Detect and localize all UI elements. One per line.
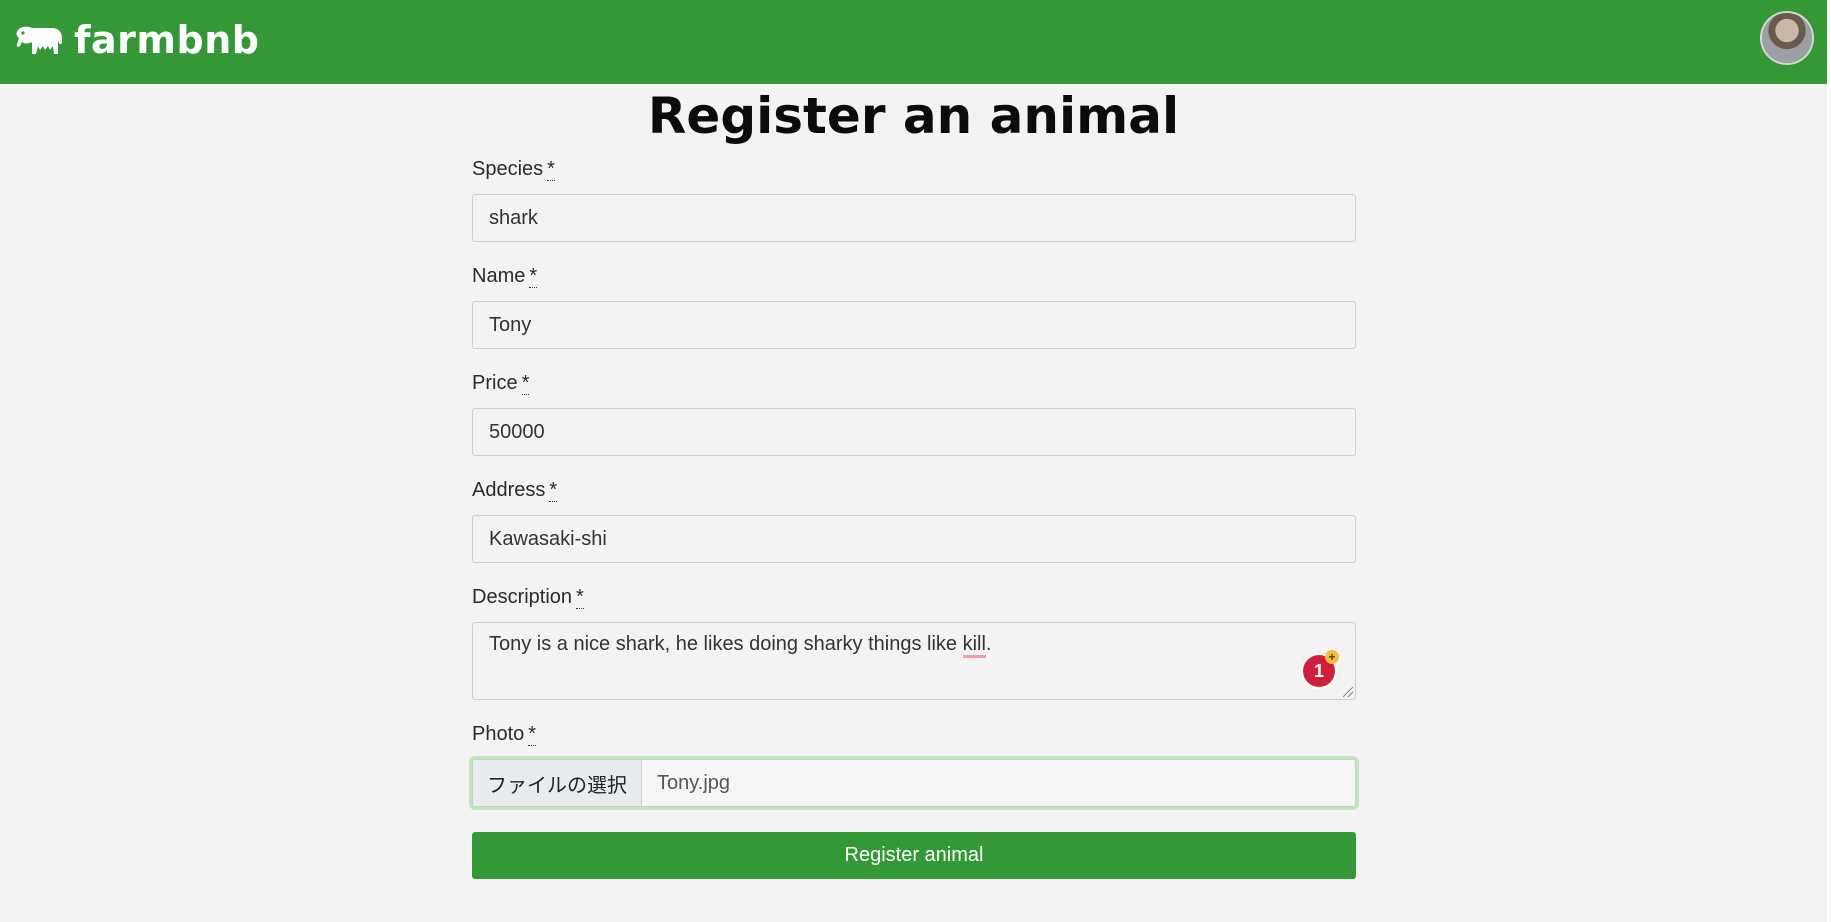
window-edge — [1827, 0, 1831, 922]
brand-link[interactable]: farmbnb — [14, 16, 259, 64]
name-label-text: Name — [472, 265, 526, 287]
description-label: Description * — [472, 584, 1356, 610]
required-marker: * — [529, 265, 538, 288]
species-label: Species * — [472, 156, 1356, 182]
misspelled-word[interactable]: kill — [962, 633, 986, 658]
price-value: 50000 — [489, 420, 545, 443]
address-label-text: Address — [472, 479, 546, 501]
photo-file-input[interactable]: ファイルの選択 Tony.jpg — [472, 759, 1356, 807]
grammar-check-badge[interactable]: 1 + — [1303, 650, 1339, 687]
species-label-text: Species — [472, 158, 544, 180]
grammar-count: 1 — [1313, 660, 1324, 681]
description-label-text: Description — [472, 586, 573, 608]
price-label-text: Price — [472, 372, 518, 394]
required-marker: * — [549, 479, 558, 502]
species-field: Species * shark — [472, 156, 1356, 242]
page-title: Register an animal — [647, 87, 1180, 145]
address-field: Address * Kawasaki-shi — [472, 477, 1356, 563]
navbar: farmbnb — [0, 0, 1827, 84]
address-value: Kawasaki-shi — [489, 527, 607, 550]
name-label: Name * — [472, 263, 1356, 289]
cow-icon — [16, 26, 62, 54]
required-marker: * — [576, 586, 584, 609]
photo-field: Photo * ファイルの選択 Tony.jpg — [472, 721, 1356, 807]
address-input[interactable]: Kawasaki-shi — [472, 515, 1356, 563]
address-label: Address * — [472, 477, 1356, 503]
required-marker: * — [521, 372, 530, 395]
register-animal-button[interactable]: Register animal — [472, 832, 1356, 879]
species-value: shark — [489, 206, 538, 229]
resize-handle-icon[interactable] — [1343, 687, 1353, 697]
description-text-end: . — [985, 633, 992, 655]
user-avatar-icon[interactable] — [1762, 13, 1812, 63]
selected-file-name: Tony.jpg — [657, 771, 731, 794]
required-marker: * — [528, 723, 537, 746]
brand-name: farmbnb — [74, 18, 260, 62]
required-marker: * — [547, 158, 555, 181]
photo-label: Photo * — [472, 721, 1356, 747]
description-field: Description * Tony is a nice shark, he li… — [472, 584, 1356, 700]
description-text-start: Tony is a nice shark, he likes doing sha… — [489, 633, 963, 655]
plus-icon: + — [1325, 650, 1339, 664]
price-label: Price * — [472, 370, 1356, 396]
name-input[interactable]: Tony — [472, 301, 1356, 349]
name-field: Name * Tony — [472, 263, 1356, 349]
name-value: Tony — [489, 313, 532, 336]
species-input[interactable]: shark — [472, 194, 1356, 242]
photo-label-text: Photo — [472, 723, 525, 745]
price-input[interactable]: 50000 — [472, 408, 1356, 456]
description-textarea[interactable]: Tony is a nice shark, he likes doing sha… — [472, 622, 1356, 700]
price-field: Price * 50000 — [472, 370, 1356, 456]
description-text: Tony is a nice shark, he likes doing sha… — [489, 633, 991, 658]
choose-file-button[interactable]: ファイルの選択 — [473, 760, 642, 806]
